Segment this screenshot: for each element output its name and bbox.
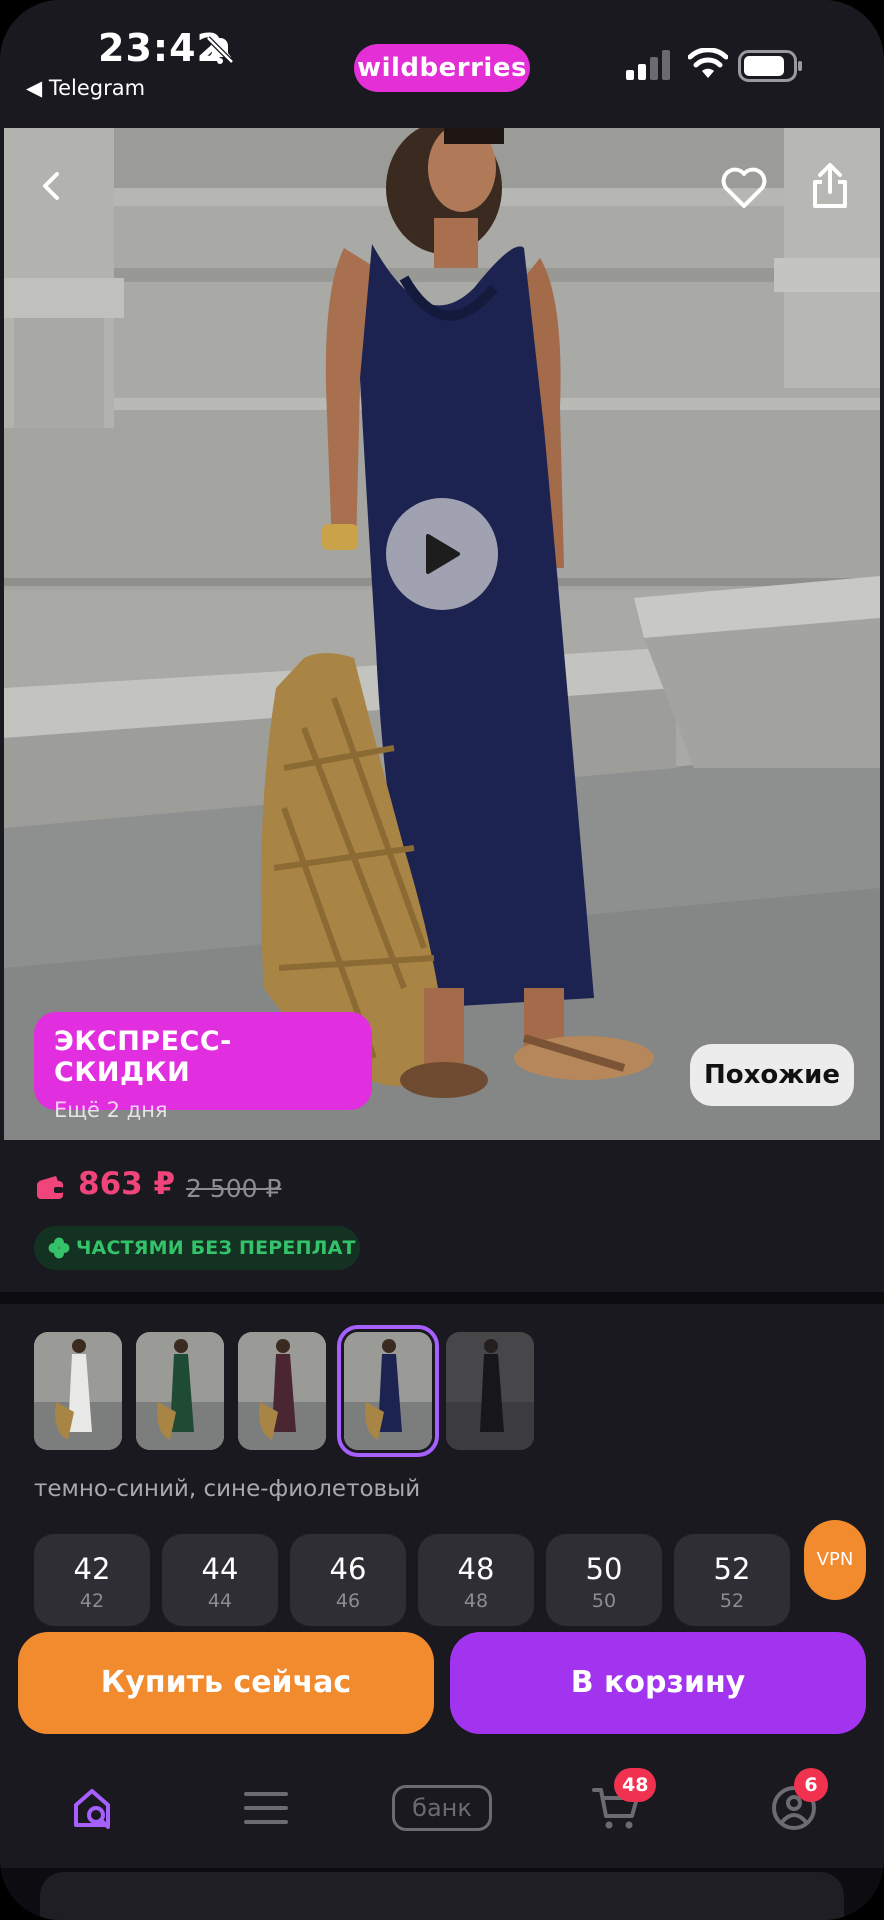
profile-notification-badge: 6 [794, 1768, 828, 1802]
play-icon [426, 534, 460, 574]
color-thumbnail-selected[interactable] [337, 1325, 439, 1457]
bottom-tab-bar: банк 48 6 [0, 1752, 884, 1868]
home-search-icon [74, 1789, 110, 1829]
size-ru-value: 42 [79, 1590, 105, 1612]
brand-logo: wildberries [354, 44, 530, 92]
heart-icon [721, 167, 767, 208]
bank-icon: банк [392, 1785, 492, 1831]
tab-catalog[interactable] [226, 1768, 306, 1848]
color-thumbnail[interactable] [238, 1332, 326, 1450]
thumbnail-photo [446, 1332, 534, 1450]
muted-bell-icon [206, 36, 234, 64]
product-photo [4, 128, 880, 1140]
express-discount-badge[interactable]: ЭКСПРЕСС-СКИДКИ Ещё 2 дня [34, 1012, 372, 1122]
size-ru-value: 48 [463, 1590, 489, 1612]
cart-count-badge: 48 [614, 1768, 657, 1802]
installments-badge[interactable]: ЧАСТЯМИ БЕЗ ПЕРЕПЛАТ [34, 1226, 360, 1270]
installments-label: ЧАСТЯМИ БЕЗ ПЕРЕПЛАТ [76, 1237, 356, 1259]
current-price: 863 ₽ [78, 1166, 176, 1202]
size-ru-value: 44 [207, 1590, 233, 1612]
promo-subtitle: Ещё 2 дня [54, 1098, 168, 1122]
clover-icon [48, 1237, 70, 1259]
tab-bank[interactable]: банк [392, 1768, 492, 1848]
size-ru-value: 50 [591, 1590, 617, 1612]
size-option-42[interactable]: 42 42 [34, 1534, 150, 1626]
size-option-52[interactable]: 52 52 [674, 1534, 790, 1626]
thumbnail-photo [136, 1332, 224, 1450]
home-indicator-area [40, 1872, 844, 1920]
wifi-icon [688, 48, 728, 78]
back-to-telegram-link[interactable]: ◀ Telegram [26, 76, 145, 100]
size-option-44[interactable]: 44 44 [162, 1534, 278, 1626]
size-value: 48 [457, 1552, 495, 1586]
buy-now-button[interactable]: Купить сейчас [18, 1632, 434, 1734]
size-value: 46 [329, 1552, 367, 1586]
color-thumbnail[interactable] [446, 1332, 534, 1450]
size-value: 44 [201, 1552, 239, 1586]
play-video-button[interactable] [386, 498, 498, 610]
tab-home[interactable] [54, 1768, 134, 1848]
thumbnail-photo [238, 1332, 326, 1450]
share-button[interactable] [802, 158, 858, 214]
product-image[interactable]: ЭКСПРЕСС-СКИДКИ Ещё 2 дня Похожие [4, 128, 880, 1140]
section-divider [0, 1292, 884, 1304]
size-option-48[interactable]: 48 48 [418, 1534, 534, 1626]
similar-button[interactable]: Похожие [690, 1044, 854, 1106]
back-button[interactable] [24, 158, 80, 214]
size-value: 50 [585, 1552, 623, 1586]
selected-color-label: темно-синий, сине-фиолетовый [34, 1476, 421, 1502]
battery-icon [738, 50, 802, 82]
favorite-button[interactable] [716, 160, 772, 216]
back-arrow-icon [43, 172, 59, 200]
status-bar: 23:42 ◀ Telegram wildberries [0, 0, 884, 128]
old-price: 2 500 ₽ [186, 1174, 282, 1203]
size-option-46[interactable]: 46 46 [290, 1534, 406, 1626]
vpn-button[interactable]: VPN [804, 1520, 866, 1600]
size-ru-value: 52 [719, 1590, 745, 1612]
thumbnail-photo [34, 1332, 122, 1450]
price-section: 863 ₽ 2 500 ₽ ЧАСТЯМИ БЕЗ ПЕРЕПЛАТ [4, 1140, 880, 1292]
size-option-50[interactable]: 50 50 [546, 1534, 662, 1626]
add-to-cart-button[interactable]: В корзину [450, 1632, 866, 1734]
thumbnail-photo [344, 1332, 432, 1450]
menu-icon [244, 1792, 288, 1824]
size-value: 52 [713, 1552, 751, 1586]
size-value: 42 [73, 1552, 111, 1586]
color-thumbnail[interactable] [34, 1332, 122, 1450]
promo-title: ЭКСПРЕСС-СКИДКИ [54, 1026, 232, 1088]
share-icon [813, 163, 847, 208]
wallet-icon [37, 1176, 63, 1199]
size-ru-value: 46 [335, 1590, 361, 1612]
cellular-signal-icon [626, 50, 670, 80]
color-thumbnail[interactable] [136, 1332, 224, 1450]
app-screen: 23:42 ◀ Telegram wildberries ЭКСПРЕСС-СК… [0, 0, 884, 1920]
